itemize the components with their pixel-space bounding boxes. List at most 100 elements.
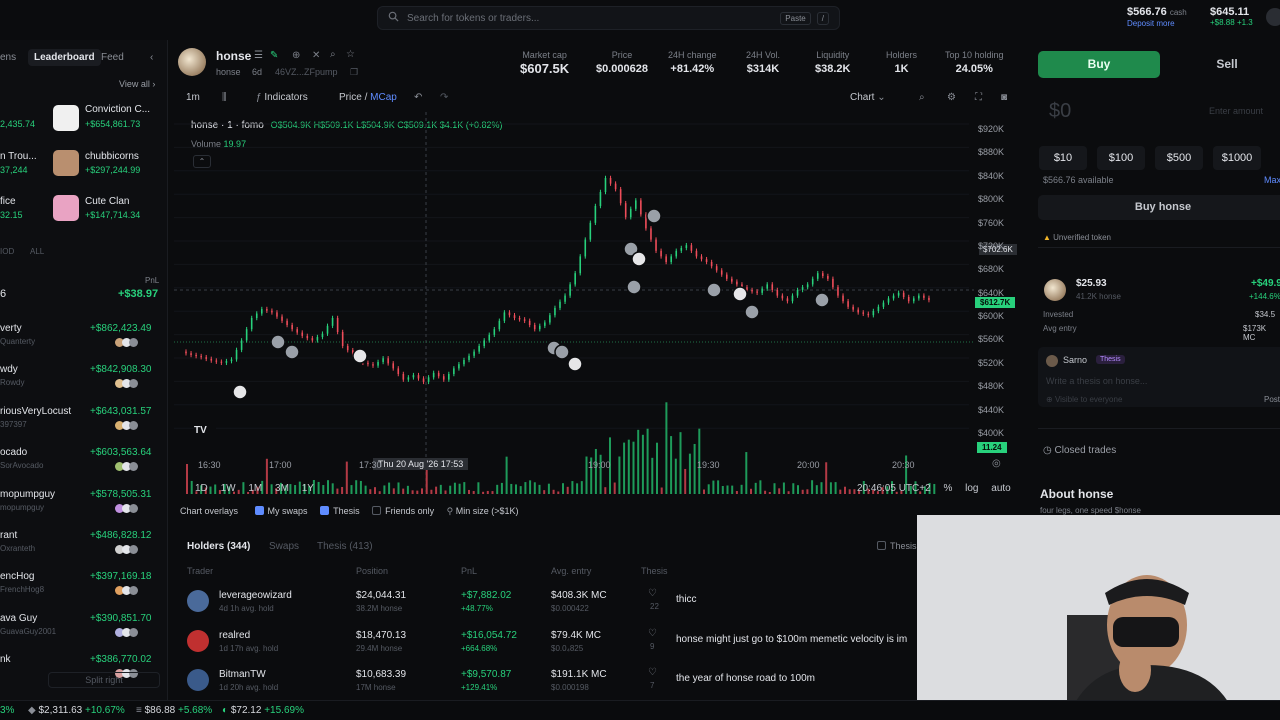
collapse-icon[interactable]: ‹ [150,52,153,63]
deposit-link[interactable]: Deposit more [1127,19,1187,28]
range-1d[interactable]: 1D [195,483,208,494]
visibility-selector[interactable]: ⊕ Visible to everyone [1046,395,1122,404]
price-mcap-toggle[interactable]: Price / MCap [339,92,397,103]
thesis-toggle[interactable]: Thesis [877,541,917,551]
price-chart[interactable] [174,112,1028,502]
buy-token-button[interactable]: Buy honse [1038,195,1280,220]
paste-button[interactable]: Paste [780,11,811,25]
thesis-checkbox[interactable]: Thesis [320,506,360,516]
ticker-2[interactable]: ◆ $2,311.63 +10.67% [28,705,125,716]
buy-tab[interactable]: Buy [1038,51,1160,78]
quick-1000-button[interactable]: $1000 [1213,146,1261,170]
globe-icon[interactable]: ⊕ [292,50,300,61]
range-1w[interactable]: 1W [221,483,236,494]
ticker-3[interactable]: ≡ $86.88 +5.68% [136,705,212,716]
range-1y[interactable]: 1Y [302,483,314,494]
percent-toggle[interactable]: % [943,483,952,494]
trade-marker [270,334,286,350]
leaderboard-row[interactable]: riousVeryLocust 397397 +$643,031.57 [0,402,168,444]
tab-feed[interactable]: Feed [101,52,124,63]
axis-settings-icon[interactable]: ◎ [992,458,1001,469]
pin-icon[interactable]: ✎ [270,50,278,61]
heart-icon[interactable]: ♡ [648,628,657,639]
quick-10-button[interactable]: $10 [1039,146,1087,170]
tab-thesis[interactable]: Thesis (413) [317,541,373,552]
search-bar[interactable]: Search for tokens or traders... Paste / [377,6,840,30]
undo-icon[interactable]: ↶ [414,92,422,103]
avatar[interactable] [1266,8,1280,26]
search-token-icon[interactable]: ⌕ [330,49,336,60]
holder-name[interactable]: BitmanTW [219,669,266,680]
leaderboard-row[interactable]: verty Quanterty +$862,423.49 [0,319,168,361]
closed-trades-toggle[interactable]: ◷ Closed trades [1043,445,1116,456]
leaderboard-row[interactable]: ava Guy GuavaGuy2001 +$390,851.70 [0,609,168,651]
volume-bar [820,482,823,494]
volume-bar [444,490,447,494]
redo-icon[interactable]: ↷ [440,92,448,103]
star-icon[interactable]: ☆ [346,49,355,60]
amount-input[interactable]: $0 [1049,100,1071,123]
chart-type-dropdown[interactable]: Chart ⌄ [850,92,886,103]
range-1m[interactable]: 1M [248,483,262,494]
leaderboard-row[interactable]: wdy Rowdy +$842,908.30 [0,360,168,402]
tab-leaderboard[interactable]: Leaderboard [28,49,101,66]
log-toggle[interactable]: log [965,483,978,494]
range-3m[interactable]: 3M [275,483,289,494]
sell-tab[interactable]: Sell [1166,51,1280,78]
period-filter[interactable]: IOD [0,247,14,256]
settings-icon[interactable]: ⚙ [947,92,956,103]
trade-marker [646,208,662,224]
portfolio-balance[interactable]: $645.11 +$8.88 +1.3 [1210,6,1253,27]
quick-100-button[interactable]: $100 [1097,146,1145,170]
holder-name[interactable]: leverageowizard [219,590,292,601]
indicators-button[interactable]: ƒ Indicators [256,92,308,103]
menu-icon[interactable]: ☰ [254,50,263,61]
quick-500-button[interactable]: $500 [1155,146,1203,170]
stat-24h-volume: 24H Vol. $314K [746,50,781,75]
x-icon[interactable]: ✕ [312,50,320,61]
volume-bar [604,487,607,494]
featured-item[interactable]: fice 32.15 Cute Clan +$147,714.34 [0,188,168,230]
tab-friends[interactable]: ens [0,52,16,63]
tab-holders[interactable]: Holders (344) [187,541,250,552]
interval-selector[interactable]: 1m [186,92,200,103]
min-size-filter[interactable]: ⚲ Min size (>$1K) [447,506,519,516]
leaderboard-row[interactable]: mopumpguy mopumpguy +$578,505.31 [0,485,168,527]
leaderboard-row[interactable]: rant Oxranteth +$486,828.12 [0,526,168,568]
period-filter-all[interactable]: ALL [30,247,44,256]
max-button[interactable]: Max [1264,175,1280,185]
holder-hold-time: 1d 20h avg. hold [219,683,279,692]
candle-type-icon[interactable]: ⫼ [222,92,227,103]
candle-body [786,298,789,302]
my-swaps-checkbox[interactable]: My swaps [254,506,308,516]
featured-item[interactable]: 2,435.74 Conviction C... +$654,861.73 [0,98,168,140]
post-button[interactable]: Post [1264,395,1280,404]
heart-icon[interactable]: ♡ [648,588,657,599]
volume-bar [359,480,362,494]
copy-icon[interactable]: ❐ [350,67,358,78]
zoom-icon[interactable]: ⌕ [919,92,925,103]
tab-swaps[interactable]: Swaps [269,541,299,552]
fullscreen-icon[interactable]: ⛶ [975,92,982,103]
table-row[interactable]: leverageowizard 4d 1h avg. hold $24,044.31… [174,588,919,628]
view-all-link[interactable]: View all › [119,79,155,89]
featured-item[interactable]: n Trou... 37,244 chubbicorns +$297,244.9… [0,143,168,185]
camera-icon[interactable]: ◙ [1001,92,1007,103]
holder-name[interactable]: realred [219,630,250,641]
ticker-4[interactable]: ◐ $72.12 +15.69% [222,705,304,716]
leaderboard-row[interactable]: encHog FrenchHog8 +$397,169.18 [0,567,168,609]
volume-bar [637,429,640,494]
thesis-input[interactable]: Write a thesis on honse... [1046,376,1147,386]
auto-toggle[interactable]: auto [991,483,1010,494]
volume-bar [674,458,677,494]
utc-clock[interactable]: 20:46:05 UTC+2 [857,483,931,494]
token-address[interactable]: 46VZ...ZFpump [275,67,338,77]
split-right-button[interactable]: Split right [48,672,160,688]
friends-only-checkbox[interactable]: Friends only [372,506,434,516]
cash-balance[interactable]: $566.76 cash Deposit more [1127,6,1187,28]
heart-icon[interactable]: ♡ [648,667,657,678]
leaderboard-row[interactable]: ocado SorAvocado +$603,563.64 [0,443,168,485]
table-row[interactable]: realred 1d 17h avg. hold $18,470.13 29.4M h… [174,628,919,668]
tradingview-logo[interactable]: TV [194,425,216,441]
volume-bar [740,484,743,494]
